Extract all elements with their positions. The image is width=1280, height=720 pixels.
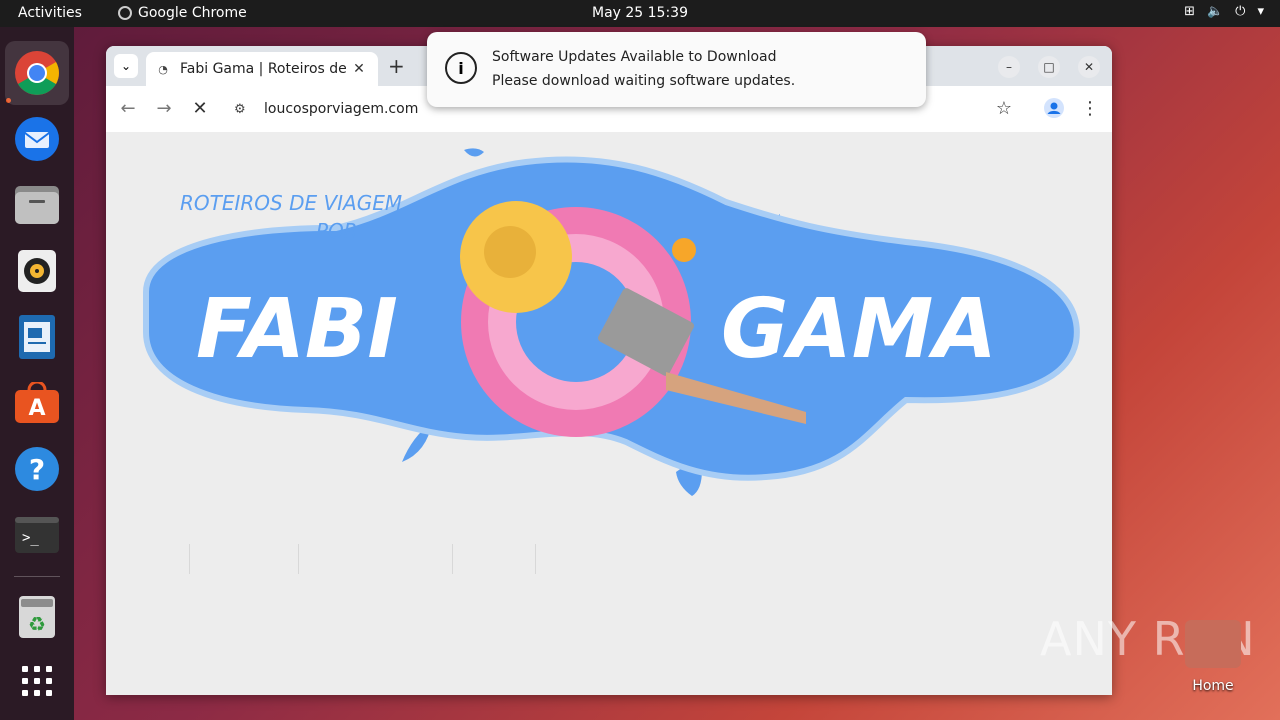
dock-chrome[interactable]	[5, 41, 69, 105]
trash-icon: ♻	[19, 596, 55, 638]
svg-text:♻: ♻	[28, 612, 46, 636]
maximize-button[interactable]: □	[1038, 56, 1060, 78]
chevron-down-icon: ⌄	[120, 59, 132, 73]
site-info-icon[interactable]: ⚙	[234, 102, 256, 117]
chrome-small-icon	[118, 6, 132, 20]
stop-loading-button[interactable]: ✕	[188, 98, 212, 119]
forward-button[interactable]: →	[152, 98, 176, 119]
help-icon: ?	[15, 447, 59, 491]
dock-separator	[14, 576, 60, 577]
svg-text:>_: >_	[22, 530, 39, 546]
bookmark-star-icon[interactable]: ☆	[992, 98, 1016, 119]
orange-slice	[672, 238, 696, 262]
activities-button[interactable]: Activities	[18, 5, 82, 21]
loading-favicon-icon: ◔	[158, 62, 168, 76]
page-content: ROTEIROS DE VIAGEM POR FABI GAMA	[106, 132, 1112, 695]
dock-thunderbird[interactable]	[5, 107, 69, 171]
new-tab-button[interactable]: +	[388, 54, 405, 78]
logo-line1: ROTEIROS DE VIAGEM	[180, 191, 402, 215]
home-folder-icon	[1185, 620, 1241, 668]
desktop-home[interactable]: Home	[1184, 620, 1242, 694]
app-center-icon: A	[15, 382, 59, 423]
tab-active[interactable]: ◔ Fabi Gama | Roteiros de V ✕	[146, 52, 378, 86]
site-logo[interactable]: ROTEIROS DE VIAGEM POR FABI GAMA	[106, 132, 1112, 532]
logo-line2: POR	[316, 219, 358, 243]
nav-divider	[189, 544, 190, 574]
tab-search-button[interactable]: ⌄	[114, 54, 138, 78]
logo-right: GAMA	[721, 282, 997, 377]
splash-drop	[464, 148, 484, 157]
update-notification[interactable]: i Software Updates Available to Download…	[427, 32, 926, 107]
profile-button[interactable]	[1042, 98, 1066, 123]
dock-rhythmbox[interactable]	[5, 239, 69, 303]
svg-text:A: A	[28, 396, 45, 421]
thunderbird-icon	[15, 117, 59, 161]
minimize-button[interactable]: –	[998, 56, 1020, 78]
chrome-window: ⌄ ◔ Fabi Gama | Roteiros de V ✕ + – □ ✕ …	[106, 46, 1112, 695]
hat-crown	[484, 226, 536, 278]
info-icon: i	[445, 52, 477, 84]
dock-trash[interactable]: ♻	[5, 585, 69, 649]
dock-writer[interactable]	[5, 305, 69, 369]
dock-app-center[interactable]: A	[5, 371, 69, 435]
app-name: Google Chrome	[138, 5, 247, 21]
close-tab-icon[interactable]: ✕	[350, 61, 368, 77]
back-button[interactable]: ←	[116, 98, 140, 119]
writer-icon	[19, 315, 55, 359]
network-icon[interactable]: ⊞	[1184, 4, 1195, 19]
terminal-icon: >_	[15, 517, 59, 553]
chrome-icon	[15, 51, 59, 95]
nav-divider	[535, 544, 536, 574]
power-icon[interactable]: ⏻	[1235, 4, 1245, 19]
notification-title: Software Updates Available to Download	[492, 49, 777, 65]
home-label: Home	[1192, 678, 1234, 694]
menu-button[interactable]: ⋮	[1078, 98, 1102, 119]
nav-divider	[298, 544, 299, 574]
profile-icon	[1044, 98, 1064, 118]
system-tray[interactable]: ⊞ 🔈 ⏻ ▾	[1184, 4, 1264, 19]
nav-divider	[452, 544, 453, 574]
close-window-button[interactable]: ✕	[1078, 56, 1100, 78]
url-text[interactable]: loucosporviagem.com	[264, 101, 418, 117]
top-bar: Activities Google Chrome May 25 15:39 ⊞ …	[0, 0, 1280, 27]
dock-files[interactable]	[5, 173, 69, 237]
chevron-down-icon[interactable]: ▾	[1257, 4, 1264, 19]
volume-icon[interactable]: 🔈	[1207, 4, 1223, 19]
dock-terminal[interactable]: >_	[5, 503, 69, 567]
svg-text:?: ?	[29, 453, 45, 486]
logo-left: FABI	[196, 282, 398, 377]
app-menu[interactable]: Google Chrome	[118, 5, 247, 21]
files-icon	[15, 186, 59, 224]
tab-title: Fabi Gama | Roteiros de V	[180, 61, 350, 77]
notification-body: Please download waiting software updates…	[492, 73, 796, 89]
show-apps-icon	[22, 666, 52, 696]
dock-help[interactable]: ?	[5, 437, 69, 501]
rhythmbox-icon	[18, 250, 56, 292]
dock-show-apps[interactable]	[5, 649, 69, 713]
dock: A ? >_ ♻	[0, 27, 74, 720]
